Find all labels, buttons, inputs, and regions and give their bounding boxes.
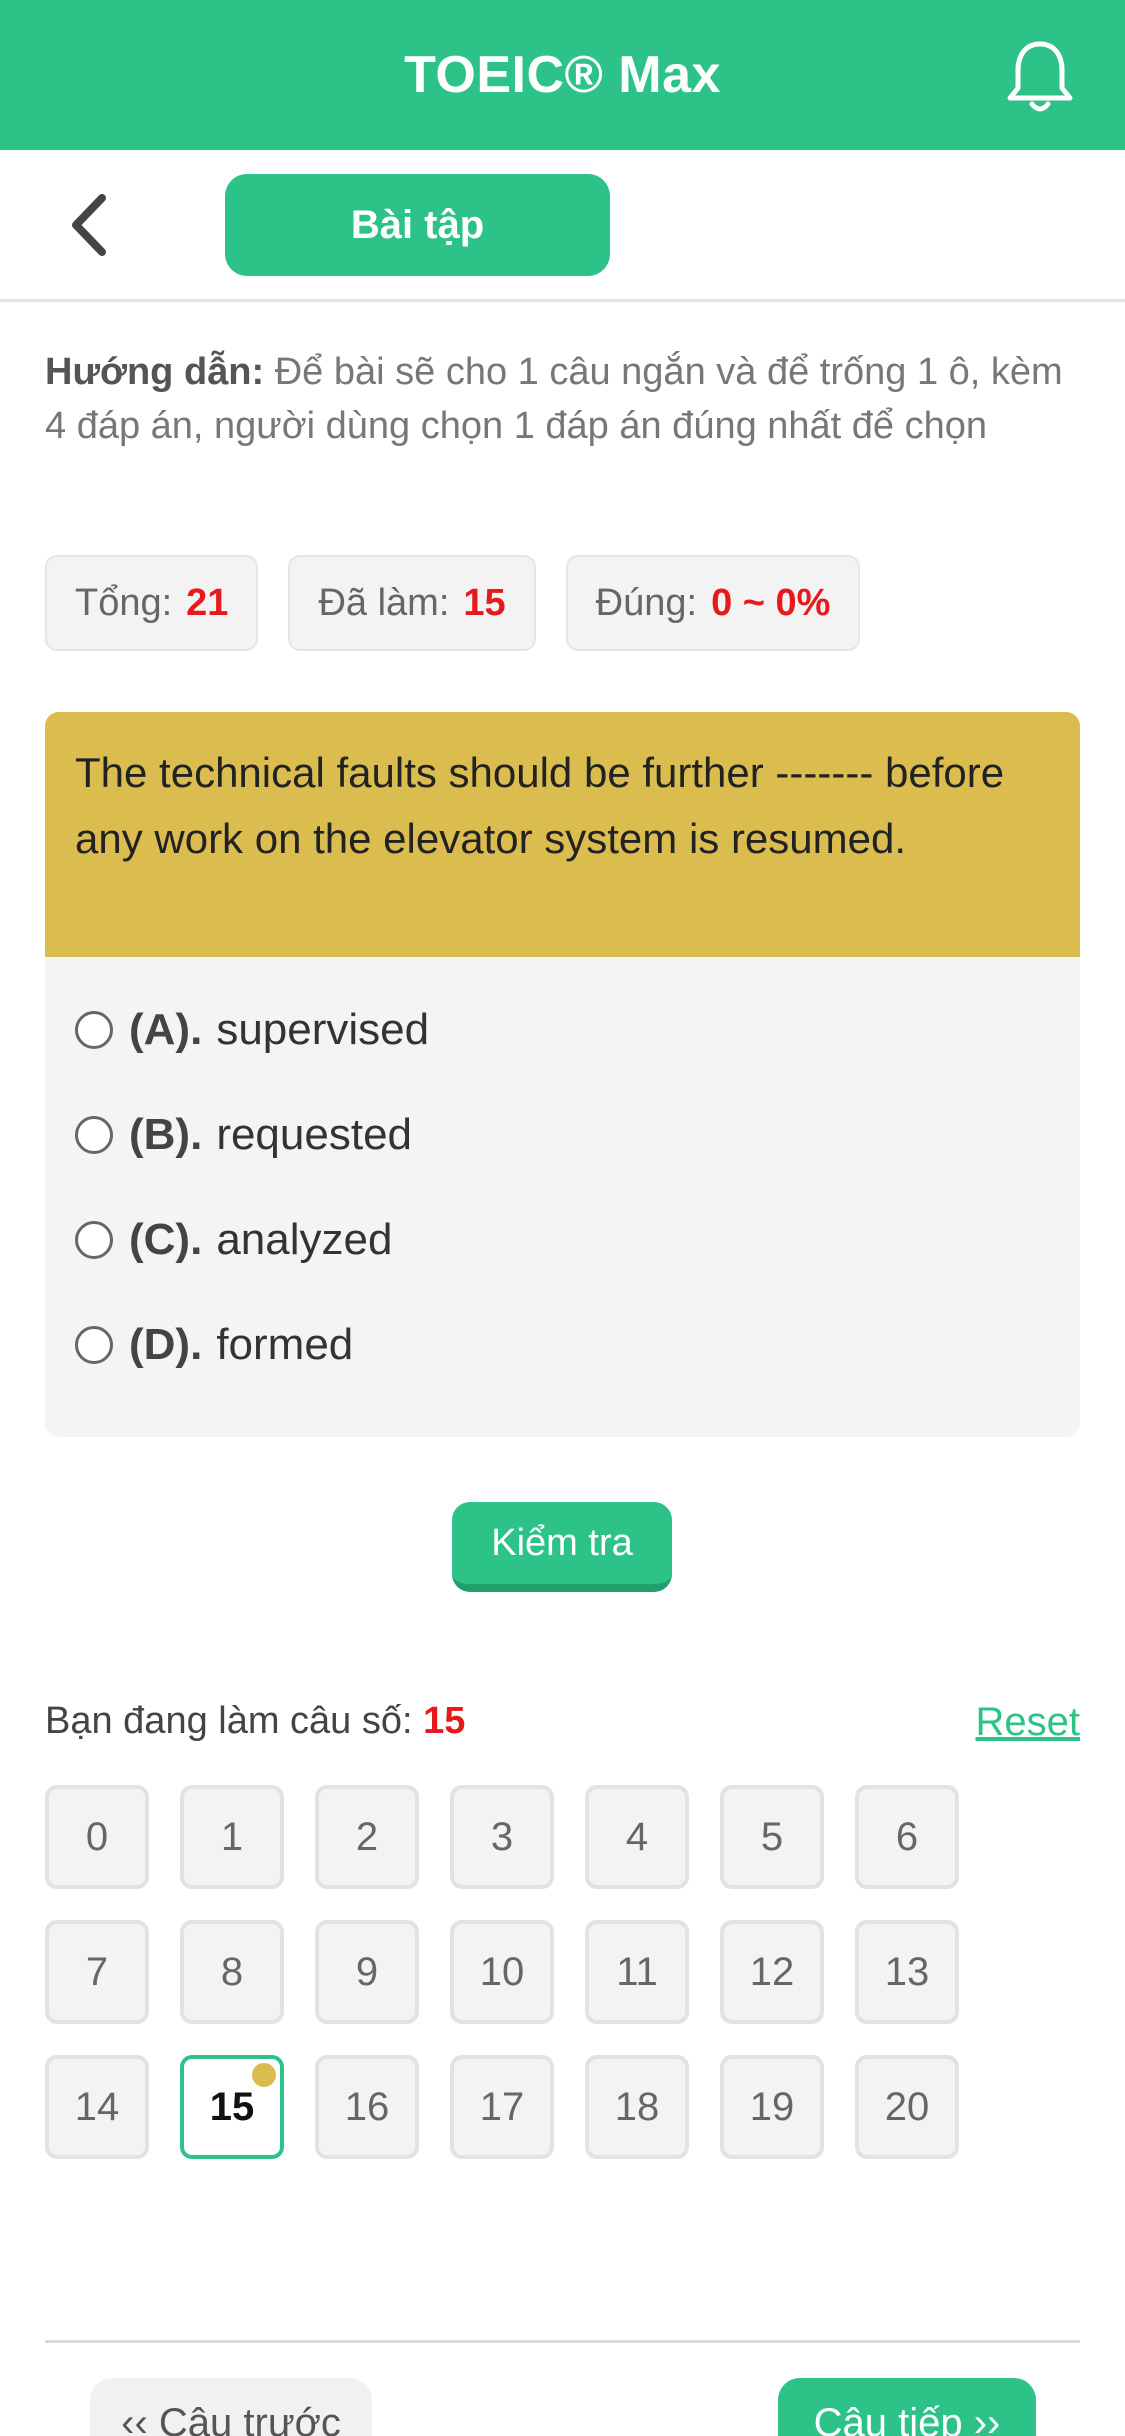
option-letter: (D).	[129, 1319, 203, 1369]
question-number-10[interactable]: 10	[450, 1920, 554, 2024]
question-number-20[interactable]: 20	[855, 2055, 959, 2159]
radio-button[interactable]	[75, 1115, 113, 1154]
option-text: requested	[216, 1109, 413, 1159]
current-question-indicator: Bạn đang làm câu số: 15	[45, 1700, 465, 1743]
check-button[interactable]: Kiểm tra	[452, 1502, 672, 1592]
chevron-left-icon[interactable]	[62, 190, 122, 260]
progress-label: Bạn đang làm câu số:	[45, 1700, 424, 1742]
question-number-0[interactable]: 0	[45, 1785, 149, 1889]
stat-correct-label: Đúng:	[595, 581, 698, 624]
stat-correct: Đúng: 0 ~ 0%	[565, 555, 861, 651]
question-number-8[interactable]: 8	[180, 1920, 284, 2024]
option-text: analyzed	[216, 1214, 393, 1264]
stats-row: Tổng: 21 Đã làm: 15 Đúng: 0 ~ 0%	[45, 555, 861, 651]
question-number-11[interactable]: 11	[585, 1920, 689, 2024]
option-a[interactable]: (A). supervised	[45, 977, 1080, 1082]
question-number-7[interactable]: 7	[45, 1920, 149, 2024]
stat-done-value: 15	[463, 581, 506, 624]
question-number-3[interactable]: 3	[450, 1785, 554, 1889]
previous-question-button[interactable]: ‹‹ Câu trước	[90, 2378, 372, 2436]
question-number-13[interactable]: 13	[855, 1920, 959, 2024]
question-number-17[interactable]: 17	[450, 2055, 554, 2159]
stat-correct-value: 0 ~ 0%	[711, 581, 831, 624]
current-marker-dot	[252, 2063, 276, 2087]
question-number-12[interactable]: 12	[720, 1920, 824, 2024]
option-b[interactable]: (B). requested	[45, 1082, 1080, 1187]
option-letter: (A).	[129, 1004, 203, 1054]
answer-options: (A). supervised (B). requested (C). anal…	[45, 957, 1080, 1397]
question-number-18[interactable]: 18	[585, 2055, 689, 2159]
bell-icon[interactable]	[1005, 38, 1075, 114]
radio-button[interactable]	[75, 1010, 113, 1049]
sub-navigation: Bài tập	[0, 150, 1125, 302]
question-number-9[interactable]: 9	[315, 1920, 419, 2024]
question-number-1[interactable]: 1	[180, 1785, 284, 1889]
option-text: formed	[216, 1319, 354, 1369]
app-title: TOEIC® Max	[404, 46, 721, 104]
instructions-label: Hướng dẫn:	[45, 351, 265, 393]
question-number-19[interactable]: 19	[720, 2055, 824, 2159]
question-number-label: 15	[209, 2084, 255, 2129]
question-number-16[interactable]: 16	[315, 2055, 419, 2159]
reset-link[interactable]: Reset	[976, 1700, 1081, 1745]
stat-done: Đã làm: 15	[288, 555, 536, 651]
next-question-button[interactable]: Câu tiếp ››	[778, 2378, 1036, 2436]
stat-done-label: Đã làm:	[318, 581, 450, 624]
question-number-14[interactable]: 14	[45, 2055, 149, 2159]
radio-button[interactable]	[75, 1325, 113, 1364]
radio-button[interactable]	[75, 1220, 113, 1259]
option-letter: (B).	[129, 1109, 203, 1159]
question-card: The technical faults should be further -…	[45, 712, 1080, 1437]
stat-total-value: 21	[186, 581, 229, 624]
tab-exercise[interactable]: Bài tập	[225, 174, 610, 276]
instructions: Hướng dẫn: Để bài sẽ cho 1 câu ngắn và đ…	[45, 345, 1080, 453]
app-header: TOEIC® Max	[0, 0, 1125, 150]
stat-total: Tổng: 21	[45, 555, 259, 651]
option-letter: (C).	[129, 1214, 203, 1264]
option-text: supervised	[216, 1004, 430, 1054]
stat-total-label: Tổng:	[75, 581, 173, 624]
question-number-5[interactable]: 5	[720, 1785, 824, 1889]
divider	[45, 2340, 1080, 2343]
question-text: The technical faults should be further -…	[45, 712, 1080, 957]
question-number-15[interactable]: 15	[180, 2055, 284, 2159]
progress-current: 15	[423, 1700, 466, 1742]
option-c[interactable]: (C). analyzed	[45, 1187, 1080, 1292]
question-number-6[interactable]: 6	[855, 1785, 959, 1889]
question-number-2[interactable]: 2	[315, 1785, 419, 1889]
option-d[interactable]: (D). formed	[45, 1292, 1080, 1397]
question-number-4[interactable]: 4	[585, 1785, 689, 1889]
